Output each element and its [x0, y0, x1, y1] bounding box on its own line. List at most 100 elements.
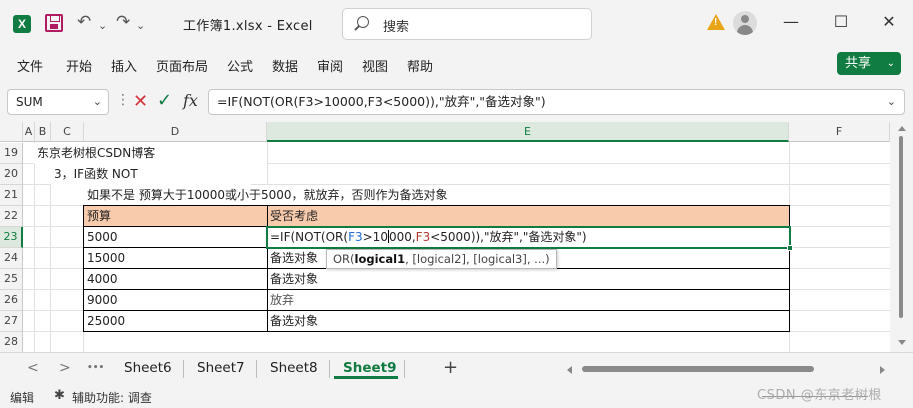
customize-toolbar-icon[interactable]: ⌄ — [136, 16, 145, 36]
minimize-button[interactable]: — — [776, 10, 806, 34]
tab-separator — [329, 360, 330, 378]
row-header-21[interactable]: 21 — [0, 185, 23, 206]
tooltip-function-name: OR( — [333, 252, 355, 266]
cell-edit-formula[interactable]: =IF(NOT(OR(F3>10000,F3<5000)),"放弃","备选对象… — [270, 227, 587, 248]
menu-file[interactable]: 文件 — [17, 56, 43, 75]
tab-separator — [256, 360, 257, 378]
row-header-22[interactable]: 22 — [0, 206, 23, 227]
cancel-icon[interactable]: ✕ — [133, 92, 148, 112]
menu-data[interactable]: 数据 — [272, 56, 298, 75]
table-cell[interactable]: 15000 — [84, 248, 267, 269]
worksheet-grid[interactable]: A B C D E F 19 20 21 22 23 24 25 26 27 2… — [0, 122, 890, 352]
gridline — [50, 184, 51, 352]
table-border — [83, 205, 84, 332]
vertical-scrollbar[interactable] — [890, 122, 913, 352]
accessibility-icon[interactable]: ✱ — [54, 388, 65, 403]
function-tooltip[interactable]: OR(logical1, [logical2], [logical3], ...… — [326, 249, 557, 269]
next-sheet-icon[interactable]: > — [59, 360, 71, 376]
select-all-corner[interactable] — [0, 122, 23, 142]
tab-separator — [404, 360, 405, 378]
warning-icon[interactable]: ! — [707, 14, 725, 30]
column-header-c[interactable]: C — [51, 122, 84, 142]
search-input[interactable]: 搜索 — [342, 8, 592, 40]
column-header-d[interactable]: D — [84, 122, 267, 142]
row-header-25[interactable]: 25 — [0, 269, 23, 290]
row-header-23[interactable]: 23 — [0, 227, 23, 248]
table-cell[interactable]: 25000 — [84, 311, 267, 332]
excel-logo-icon: X — [13, 15, 31, 33]
tab-sheet7[interactable]: Sheet7 — [197, 360, 245, 376]
document-title: 工作簿1.xlsx - Excel — [183, 19, 313, 34]
table-border — [83, 205, 790, 206]
table-header-consider[interactable]: 受否考虑 — [267, 206, 789, 227]
table-cell[interactable]: 放弃 — [267, 290, 567, 311]
accessibility-status[interactable]: 辅助功能: 调查 — [72, 389, 152, 406]
tab-sheet9[interactable]: Sheet9 — [343, 360, 397, 376]
column-header-f[interactable]: F — [789, 122, 890, 142]
cell-b19[interactable]: 东京老树根CSDN博客 — [34, 143, 267, 164]
scroll-up-icon[interactable] — [898, 126, 906, 131]
row-header-27[interactable]: 27 — [0, 311, 23, 332]
table-cell[interactable]: 备选对象 — [267, 248, 327, 269]
table-header-budget[interactable]: 预算 — [84, 206, 267, 227]
avatar[interactable] — [733, 11, 757, 35]
menu-home[interactable]: 开始 — [66, 56, 92, 75]
fill-handle[interactable] — [787, 245, 793, 251]
column-header-e[interactable]: E — [267, 122, 789, 142]
menu-insert[interactable]: 插入 — [111, 56, 137, 75]
scroll-right-icon[interactable] — [880, 366, 885, 374]
scroll-left-icon[interactable] — [567, 366, 572, 374]
menu-formulas[interactable]: 公式 — [227, 56, 253, 75]
table-cell[interactable]: 备选对象 — [267, 269, 567, 290]
undo-dropdown-icon[interactable]: ⌄ — [98, 16, 107, 36]
search-icon — [357, 16, 369, 28]
cell-d21[interactable]: 如果不是 预算大于10000或小于5000，就放弃，否则作为备选对象 — [84, 185, 534, 206]
share-button[interactable]: 共享 ⌄ — [837, 52, 901, 75]
table-cell[interactable]: 4000 — [84, 269, 267, 290]
enter-icon[interactable]: ✓ — [157, 91, 172, 111]
column-header-a[interactable]: A — [23, 122, 35, 142]
table-cell[interactable]: 5000 — [84, 227, 267, 248]
cell-c20[interactable]: 3，IF函数 NOT — [51, 164, 251, 185]
horizontal-scroll-thumb[interactable] — [582, 366, 814, 372]
row-header-24[interactable]: 24 — [0, 248, 23, 269]
menu-review[interactable]: 审阅 — [317, 56, 343, 75]
tooltip-other-args: , [logical2], [logical3], ...) — [405, 252, 550, 266]
row-header-20[interactable]: 20 — [0, 164, 23, 185]
menu-view[interactable]: 视图 — [362, 56, 388, 75]
scroll-down-icon[interactable] — [898, 340, 906, 345]
maximize-button[interactable]: ☐ — [826, 10, 856, 34]
tab-sheet6[interactable]: Sheet6 — [124, 360, 172, 376]
tooltip-current-arg: logical1 — [354, 252, 406, 266]
menu-page-layout[interactable]: 页面布局 — [156, 56, 208, 75]
more-sheets-icon[interactable]: ••• — [87, 363, 104, 373]
edit-text-part: 000, — [388, 230, 416, 244]
prev-sheet-icon[interactable]: < — [27, 360, 39, 376]
row-header-26[interactable]: 26 — [0, 290, 23, 311]
chevron-down-icon[interactable]: ⌄ — [93, 90, 102, 114]
row-header-28[interactable]: 28 — [0, 332, 23, 352]
add-sheet-button[interactable]: + — [443, 357, 458, 378]
watermark: CSDN @东京老树根 — [757, 388, 882, 403]
menu-help[interactable]: 帮助 — [407, 56, 433, 75]
name-box[interactable]: SUM ⌄ — [7, 89, 109, 115]
formula-input[interactable]: =IF(NOT(OR(F3>10000,F3<5000)),"放弃","备选对象… — [208, 89, 905, 115]
table-cell[interactable]: 9000 — [84, 290, 267, 311]
save-icon[interactable] — [45, 14, 63, 32]
status-mode: 编辑 — [10, 391, 35, 405]
expand-formula-icon[interactable]: ⌄ — [887, 90, 896, 114]
table-cell[interactable]: 备选对象 — [267, 311, 567, 332]
tab-sheet8[interactable]: Sheet8 — [270, 360, 318, 376]
title-bar: X ↶ ⌄ ↷ ⌄ 工作簿1.xlsx - Excel 搜索 ! — ☐ ✕ — [0, 0, 913, 48]
edit-text-part: >10 — [362, 230, 388, 244]
close-button[interactable]: ✕ — [874, 10, 904, 34]
insert-function-icon[interactable]: fx — [183, 91, 198, 110]
redo-icon[interactable]: ↷ — [116, 12, 130, 32]
vertical-scroll-thumb[interactable] — [899, 136, 903, 318]
column-header-b[interactable]: B — [35, 122, 51, 142]
row-header-19[interactable]: 19 — [0, 143, 23, 164]
undo-icon[interactable]: ↶ — [77, 12, 91, 32]
tab-separator — [183, 360, 184, 378]
more-options-icon[interactable]: ⋮ — [116, 92, 130, 108]
table-border — [83, 331, 790, 332]
